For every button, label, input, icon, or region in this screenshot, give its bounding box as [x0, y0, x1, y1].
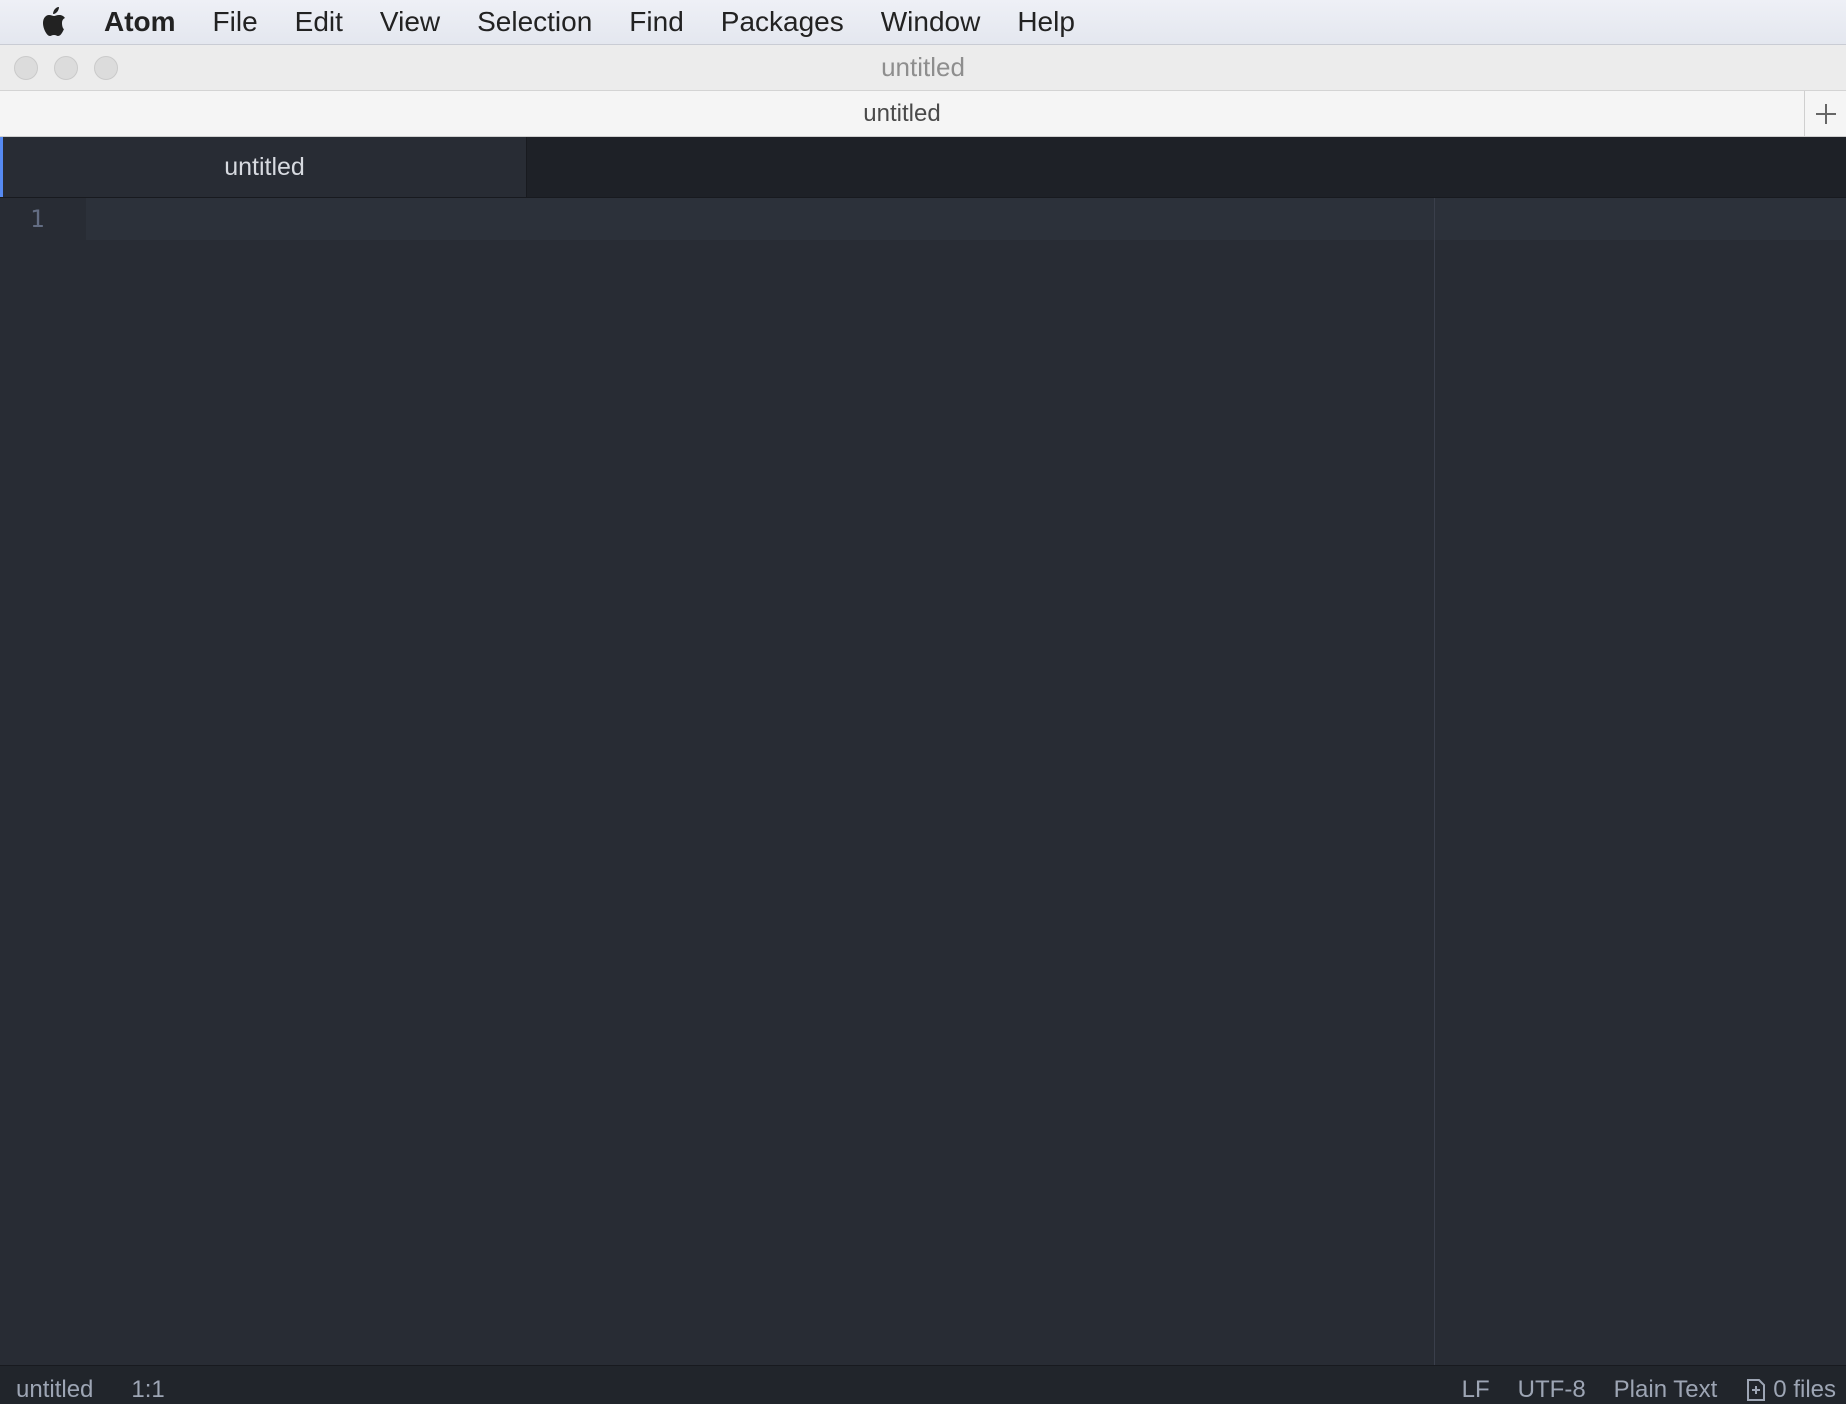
menu-find[interactable]: Find [629, 0, 683, 44]
menu-packages[interactable]: Packages [721, 0, 844, 44]
window-title: untitled [881, 52, 965, 82]
cursor-line-highlight [86, 198, 1846, 240]
status-files[interactable]: 0 files [1745, 1376, 1836, 1404]
status-grammar[interactable]: Plain Text [1614, 1376, 1718, 1404]
wrap-guide [1434, 198, 1435, 1365]
native-tab[interactable]: untitled [0, 91, 1804, 136]
text-editor[interactable]: 1 [0, 198, 1846, 1365]
menu-file[interactable]: File [213, 0, 258, 44]
status-files-count: 0 files [1773, 1376, 1836, 1403]
plus-icon [1815, 103, 1836, 124]
menu-view[interactable]: View [380, 0, 440, 44]
menu-help[interactable]: Help [1017, 0, 1075, 44]
tab-label: untitled [224, 153, 305, 181]
menu-bar: Atom File Edit View Selection Find Packa… [0, 0, 1846, 45]
menu-window[interactable]: Window [881, 0, 981, 44]
window-titlebar: untitled [0, 45, 1846, 91]
tab-untitled[interactable]: untitled [0, 137, 527, 197]
file-diff-icon [1747, 1379, 1766, 1401]
menu-selection[interactable]: Selection [477, 0, 592, 44]
menu-edit[interactable]: Edit [295, 0, 343, 44]
status-line-ending[interactable]: LF [1462, 1376, 1490, 1404]
line-number: 1 [30, 205, 45, 233]
menu-app-name[interactable]: Atom [104, 0, 176, 44]
native-tab-bar: untitled [0, 91, 1846, 137]
apple-logo-icon[interactable] [38, 5, 68, 39]
status-bar: untitled 1:1 LF UTF-8 Plain Text 0 files [0, 1365, 1846, 1403]
status-cursor-position[interactable]: 1:1 [131, 1376, 164, 1404]
new-tab-button[interactable] [1804, 91, 1846, 136]
status-encoding[interactable]: UTF-8 [1518, 1376, 1586, 1404]
status-file-name[interactable]: untitled [16, 1376, 93, 1404]
editor-tab-bar: untitled [0, 137, 1846, 198]
